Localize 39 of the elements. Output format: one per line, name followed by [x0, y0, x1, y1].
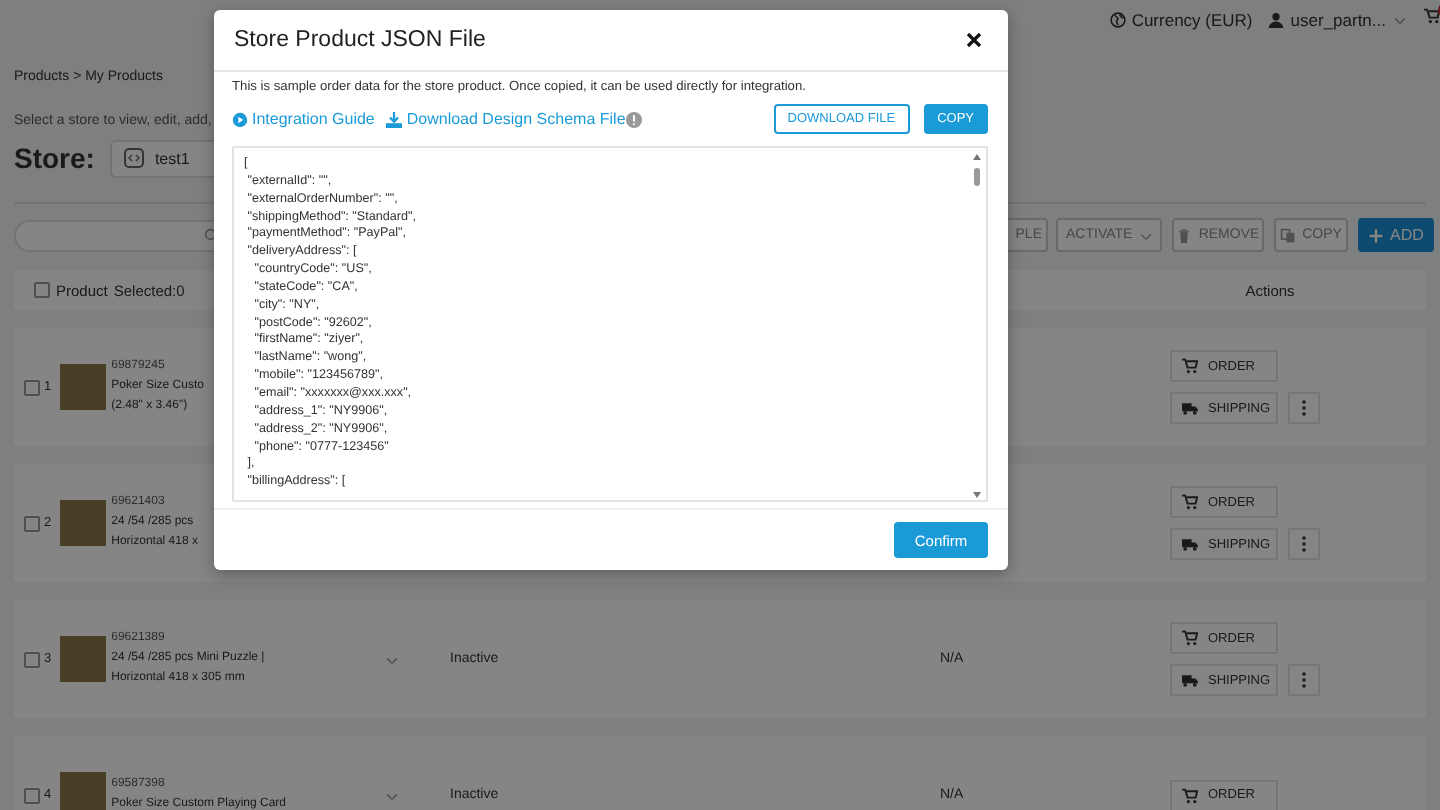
add-button[interactable]: ADD [1358, 218, 1434, 252]
row-checkbox[interactable] [24, 787, 40, 803]
product-thumbnail [59, 636, 106, 682]
cart-icon [1182, 630, 1198, 646]
download-icon [386, 111, 403, 127]
select-all-checkbox[interactable] [34, 282, 50, 298]
cart-icon[interactable] [1424, 8, 1440, 24]
play-icon [232, 111, 248, 127]
more-options-button[interactable] [1288, 528, 1320, 560]
globe-icon [1109, 12, 1126, 28]
store-label: Store: [14, 142, 95, 174]
scrollbar[interactable] [972, 154, 982, 494]
info-icon[interactable] [625, 111, 642, 127]
product-thumbnail [59, 364, 106, 410]
row-checkbox[interactable] [24, 651, 40, 667]
row-checkbox[interactable] [24, 515, 40, 531]
cart-icon [1182, 494, 1198, 510]
product-thumbnail [59, 500, 106, 546]
more-options-button[interactable] [1288, 392, 1320, 424]
currency-selector[interactable]: Currency (EUR) [1131, 10, 1253, 30]
truck-icon [1182, 672, 1198, 688]
chevron-down-icon [1392, 12, 1408, 28]
user-menu[interactable]: user_partn... [1290, 10, 1386, 30]
user-icon [1268, 12, 1285, 28]
download-schema-link[interactable]: Download Design Schema File [386, 110, 626, 128]
integration-guide-link[interactable]: Integration Guide [232, 110, 375, 128]
more-options-button[interactable] [1288, 664, 1320, 696]
product-thumbnail [59, 772, 106, 810]
row-checkbox[interactable] [24, 379, 40, 395]
trash-icon [1176, 227, 1193, 243]
truck-icon [1182, 536, 1198, 552]
cart-icon [1182, 358, 1198, 374]
cart-icon [1182, 787, 1198, 803]
plus-icon [1368, 227, 1385, 243]
dialog-title: Store Product JSON File [234, 28, 486, 52]
truck-icon [1182, 400, 1198, 416]
close-button[interactable] [964, 30, 984, 50]
copy-icon [1280, 227, 1297, 243]
code-icon [124, 148, 145, 168]
